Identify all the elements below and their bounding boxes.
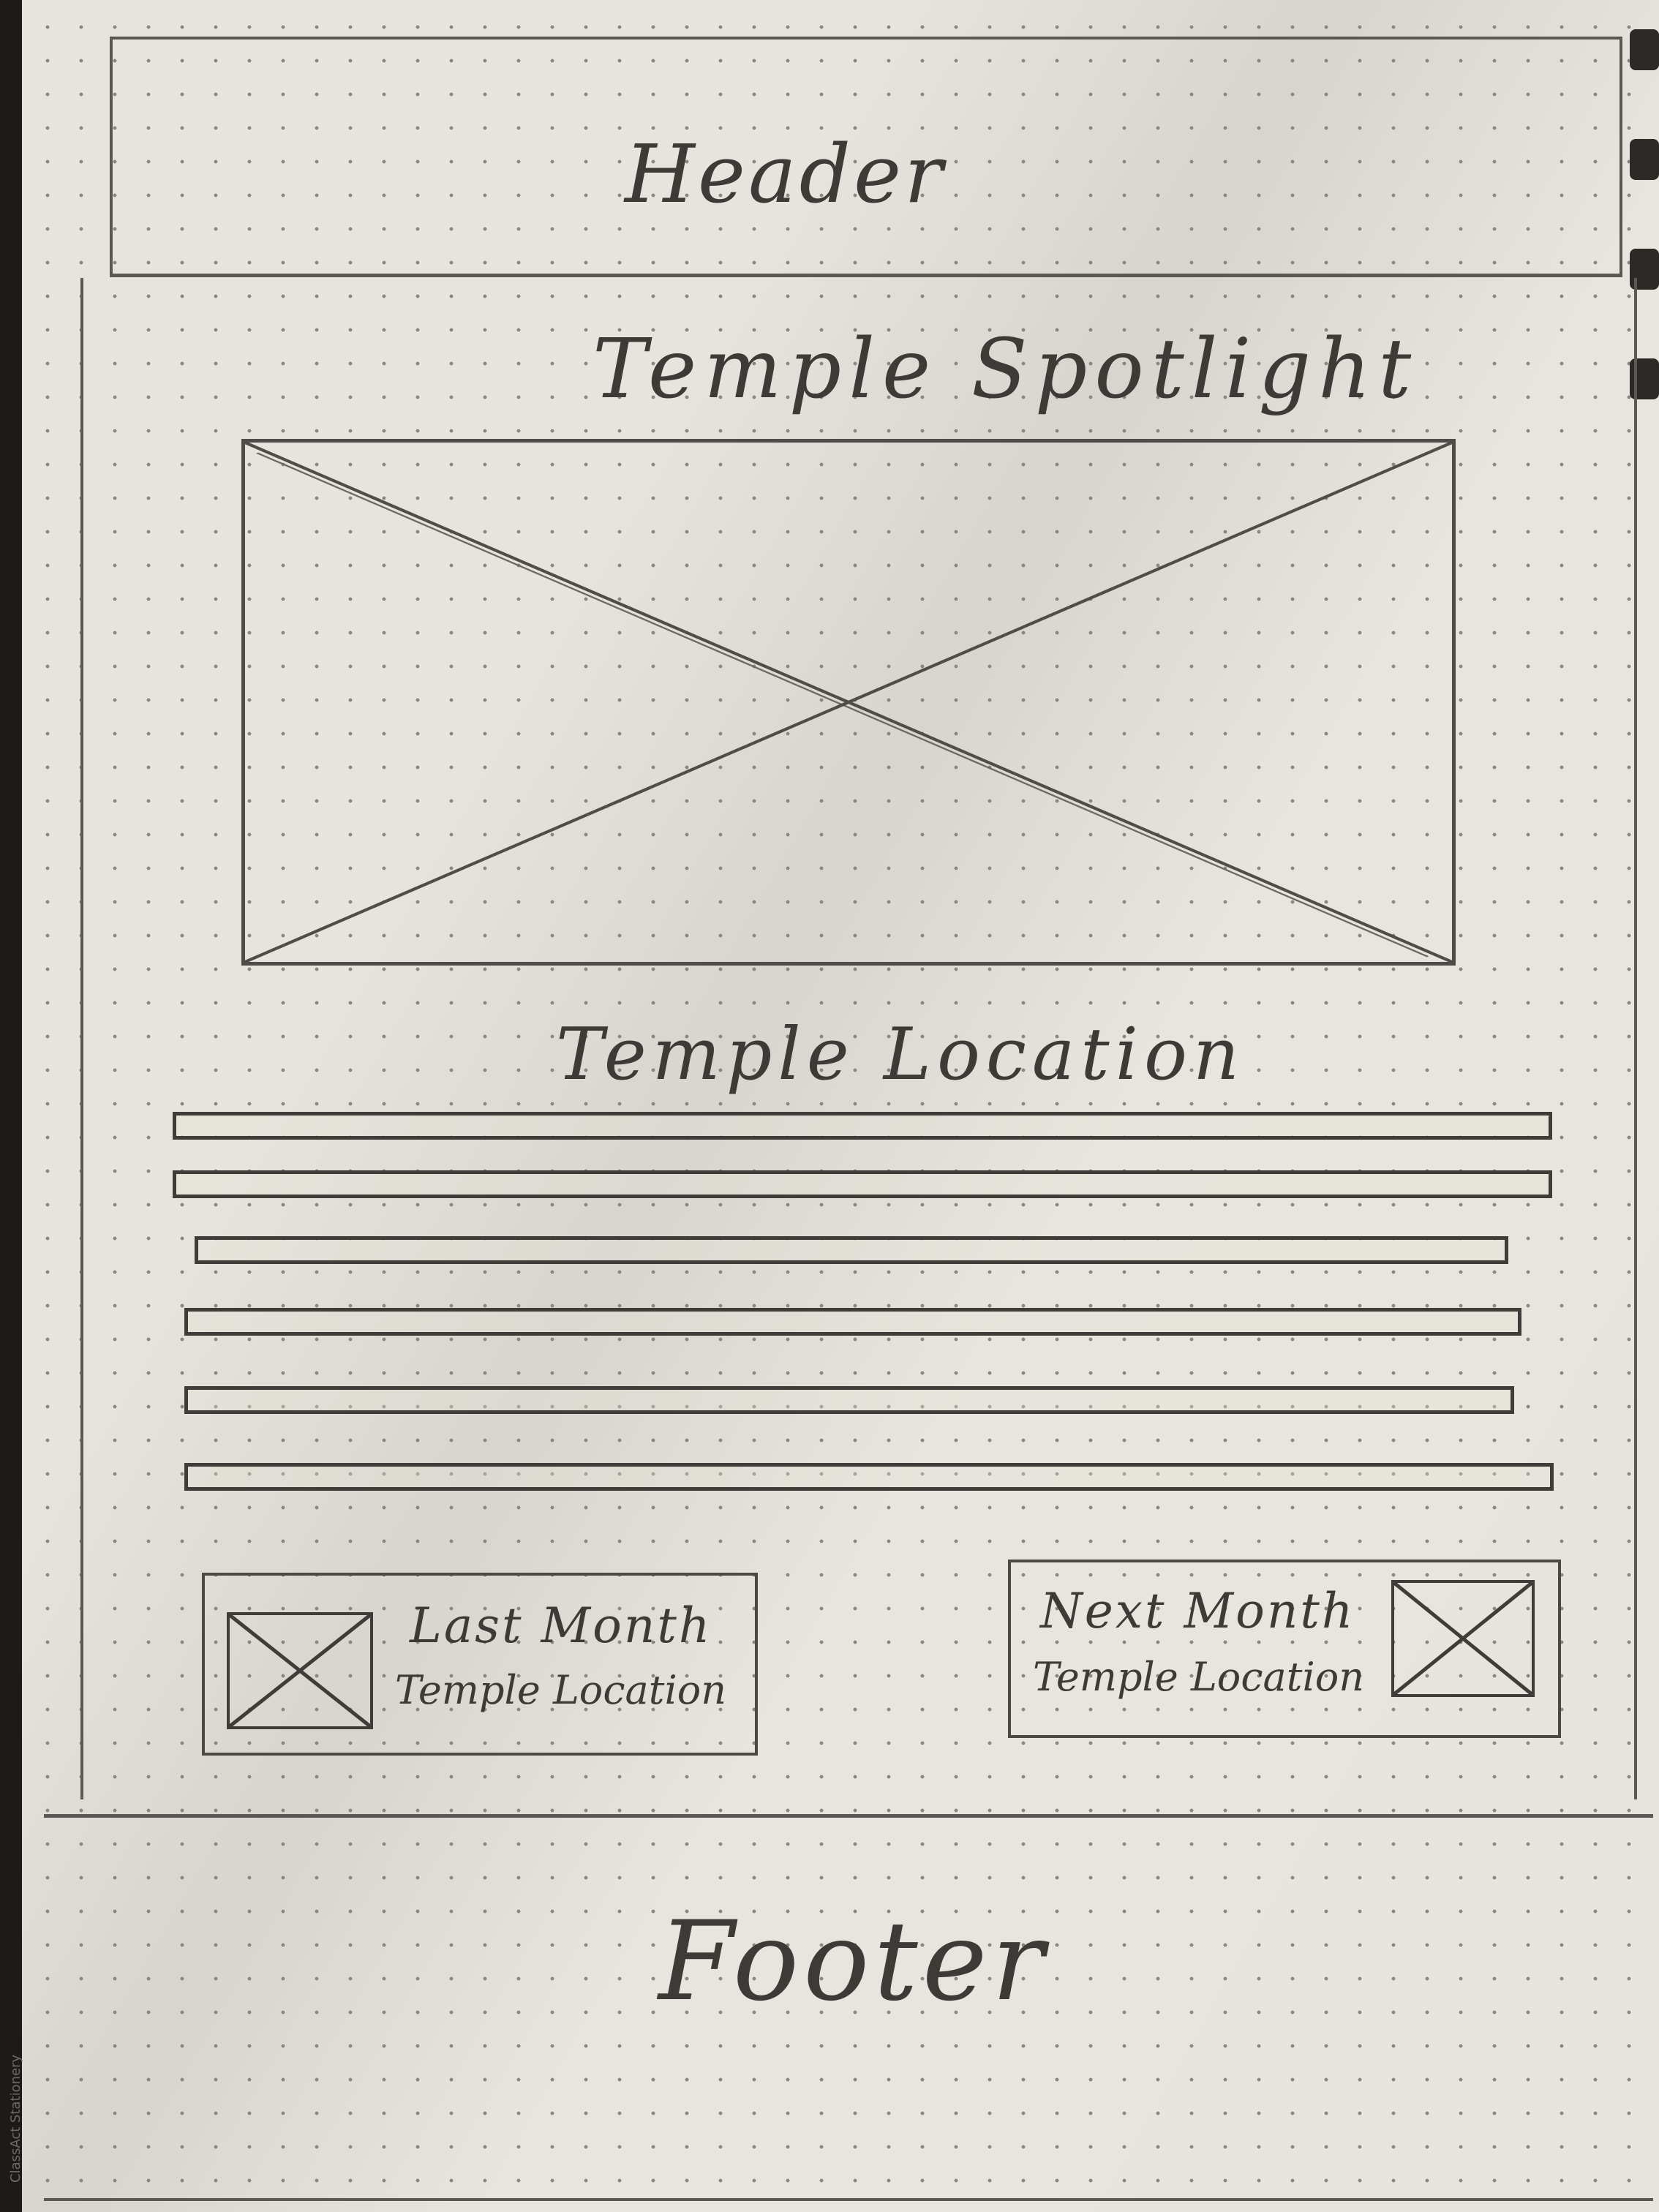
text-line-placeholder [173,1170,1552,1198]
header-region: Header [110,37,1622,277]
paper-brand-text: ClassAct Stationery [8,2054,23,2183]
footer-region: Footer [44,1814,1653,2201]
last-month-label: Last Month [410,1598,712,1654]
image-placeholder-x-icon [245,443,1452,962]
image-placeholder-x-icon [1394,1583,1532,1694]
text-line-placeholder [184,1463,1554,1491]
hero-image-placeholder [241,439,1456,966]
next-month-card[interactable]: Next Month Temple Location [1008,1560,1561,1738]
header-label: Header [625,127,946,221]
image-placeholder-x-icon [230,1615,370,1726]
last-month-sublabel: Temple Location [395,1667,727,1713]
footer-label: Footer [658,1898,1049,2025]
binding-ring [1630,29,1659,70]
binding-ring [1630,139,1659,180]
next-month-thumbnail [1391,1580,1535,1697]
last-month-thumbnail [227,1612,373,1729]
text-line-placeholder [184,1308,1521,1336]
next-month-label: Next Month [1040,1583,1355,1639]
sketch-paper: Header Temple Spotlight Temple Location … [8,0,1659,2212]
text-line-placeholder [195,1236,1508,1264]
last-month-card[interactable]: Last Month Temple Location [202,1573,758,1756]
next-month-sublabel: Temple Location [1033,1654,1365,1700]
page-title: Temple Spotlight [592,322,1419,417]
text-line-placeholder [173,1112,1552,1140]
location-heading: Temple Location [556,1013,1246,1096]
text-line-placeholder [184,1386,1514,1414]
